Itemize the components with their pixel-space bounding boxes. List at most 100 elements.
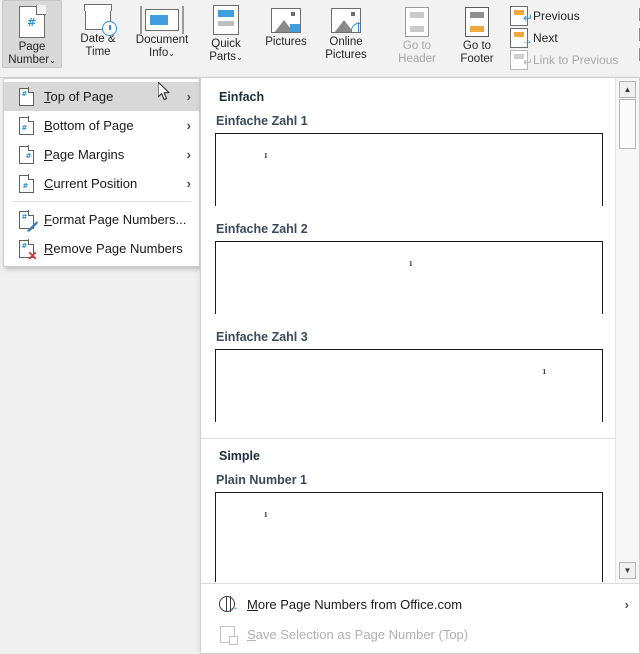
previous-label: Previous [533, 9, 580, 23]
menu-item-label: op of Page [51, 89, 114, 104]
scroll-down-button[interactable]: ▼ [619, 562, 636, 579]
menu-accel: F [44, 212, 52, 227]
format-page-numbers-icon: # [14, 211, 38, 229]
menu-item-page-margins[interactable]: # Page Margins › [4, 140, 199, 169]
quick-parts-label-1: Quick [211, 38, 240, 51]
quick-parts-button[interactable]: Quick Parts⌄ [196, 0, 256, 64]
link-to-previous-label: Link to Previous [533, 53, 618, 67]
navigation-small-buttons: ↵ Previous → Next ↵ Link to Previous [507, 0, 624, 71]
quick-parts-label-2: Parts [209, 51, 236, 63]
pictures-icon [271, 8, 301, 33]
page-margin-number-icon: # [14, 146, 38, 164]
gallery-item-preview[interactable]: 1 [215, 492, 603, 582]
go-to-header-label-2: Header [398, 53, 436, 66]
go-to-header-button[interactable]: Go to Header [387, 0, 447, 66]
menu-item-label: ormat Page Numbers... [52, 212, 186, 227]
scrollbar-thumb[interactable] [619, 99, 636, 149]
page-top-number-icon: # [14, 88, 38, 106]
footer-accel: S [247, 627, 256, 642]
online-pictures-label-2: Pictures [325, 49, 367, 62]
submenu-arrow-icon: › [187, 147, 191, 162]
go-to-header-label-1: Go to [403, 40, 431, 53]
link-to-previous-button[interactable]: ↵ Link to Previous [507, 49, 624, 71]
gallery-item-einfache-zahl-3[interactable]: Einfache Zahl 3 1 [215, 330, 603, 422]
gallery-item-label: Einfache Zahl 3 [216, 330, 603, 344]
gallery-item-preview[interactable]: 1 [215, 241, 603, 314]
gallery-scroll-area: Einfach Einfache Zahl 1 1 Einfache Zahl … [201, 78, 615, 583]
gallery-item-plain-number-1[interactable]: Plain Number 1 1 [215, 473, 603, 582]
save-selection-as-page-number-item[interactable]: Save Selection as Page Number (Top) [201, 619, 639, 649]
date-and-time-button[interactable]: Date & Time [68, 0, 128, 59]
next-section-icon: → [510, 28, 528, 48]
menu-accel: P [44, 147, 53, 162]
page-number-button[interactable]: # Page Number⌄ [2, 0, 62, 68]
gallery-content: Einfach Einfache Zahl 1 1 Einfache Zahl … [201, 78, 615, 582]
go-to-footer-label-1: Go to [463, 40, 491, 53]
menu-item-bottom-of-page[interactable]: # Bottom of Page › [4, 111, 199, 140]
gallery-item-einfache-zahl-1[interactable]: Einfache Zahl 1 1 [215, 114, 603, 206]
menu-accel: R [44, 241, 53, 256]
gallery-item-label: Plain Number 1 [216, 473, 603, 487]
menu-separator [12, 201, 191, 202]
menu-accel: C [44, 176, 53, 191]
menu-item-label: urrent Position [53, 176, 137, 191]
chevron-down-icon: ⌄ [168, 49, 175, 58]
gallery-group-separator [201, 438, 615, 439]
page-number-label-2: Number [8, 54, 49, 66]
go-to-footer-button[interactable]: Go to Footer [447, 0, 507, 66]
gallery-item-label: Einfache Zahl 1 [216, 114, 603, 128]
scroll-up-arrow-icon: ▲ [624, 85, 632, 94]
document-info-label-2: Info [149, 47, 168, 59]
ribbon-group-header-footer: # Page Number⌄ [0, 0, 62, 78]
menu-item-current-position[interactable]: # Current Position › [4, 169, 199, 198]
scroll-down-arrow-icon: ▼ [624, 566, 632, 575]
menu-item-label: ottom of Page [53, 118, 134, 133]
page-number-gallery-panel: Einfach Einfache Zahl 1 1 Einfache Zahl … [200, 78, 640, 654]
document-info-label-1: Document [136, 34, 188, 47]
online-pictures-icon [331, 8, 361, 33]
quick-parts-icon [213, 5, 239, 35]
next-label: Next [533, 31, 558, 45]
menu-item-remove-page-numbers[interactable]: #✕ Remove Page Numbers [4, 234, 199, 263]
preview-page-number: 1 [409, 260, 413, 268]
remove-page-numbers-icon: #✕ [14, 240, 38, 258]
pictures-button[interactable]: Pictures [256, 0, 316, 49]
ribbon-group-navigation: Go to Header Go to Footer ↵ Previous → N… [387, 0, 624, 78]
page-number-icon: # [19, 6, 45, 38]
previous-button[interactable]: ↵ Previous [507, 5, 624, 27]
gallery-item-preview[interactable]: 1 [215, 349, 603, 422]
footer-accel: M [247, 597, 258, 612]
scroll-up-button[interactable]: ▲ [619, 81, 636, 98]
save-selection-icon [215, 626, 239, 643]
go-to-footer-label-2: Footer [460, 53, 493, 66]
more-page-numbers-from-office-item[interactable]: → More Page Numbers from Office.com › [201, 589, 639, 619]
menu-item-top-of-page[interactable]: # Top of Page › [4, 82, 199, 111]
ribbon-group-insert: Date & Time Document Info⌄ Quick Parts⌄ [68, 0, 376, 78]
menu-accel: B [44, 118, 53, 133]
preview-page-number: 1 [264, 152, 268, 160]
date-time-label-2: Time [85, 46, 110, 59]
online-pictures-button[interactable]: Online Pictures [316, 0, 376, 62]
header-icon [405, 7, 429, 37]
gallery-item-preview[interactable]: 1 [215, 133, 603, 206]
menu-item-format-page-numbers[interactable]: # Format Page Numbers... [4, 205, 199, 234]
submenu-arrow-icon: › [187, 89, 191, 104]
footer-item-label: ave Selection as Page Number (Top) [256, 627, 468, 642]
gallery-footer-commands: → More Page Numbers from Office.com › Sa… [201, 583, 639, 653]
online-pictures-label-1: Online [329, 36, 362, 49]
document-info-button[interactable]: Document Info⌄ [128, 0, 196, 60]
word-header-footer-ribbon-screen: # Page Number⌄ Date & Time Document [0, 0, 640, 654]
preview-page-number: 1 [264, 511, 268, 519]
gallery-item-einfache-zahl-2[interactable]: Einfache Zahl 2 1 [215, 222, 603, 314]
gallery-group-heading: Einfach [219, 90, 603, 104]
chevron-down-icon: ⌄ [49, 56, 56, 65]
calendar-clock-icon [85, 5, 111, 30]
submenu-arrow-icon: › [187, 118, 191, 133]
gallery-group-heading: Simple [219, 449, 603, 463]
chevron-down-icon: ⌄ [236, 53, 243, 62]
page-number-label-1: Page [19, 41, 46, 54]
ribbon: # Page Number⌄ Date & Time Document [0, 0, 640, 78]
next-button[interactable]: → Next [507, 27, 624, 49]
gallery-scrollbar[interactable]: ▲ ▼ [615, 78, 639, 583]
pictures-label: Pictures [265, 36, 307, 49]
